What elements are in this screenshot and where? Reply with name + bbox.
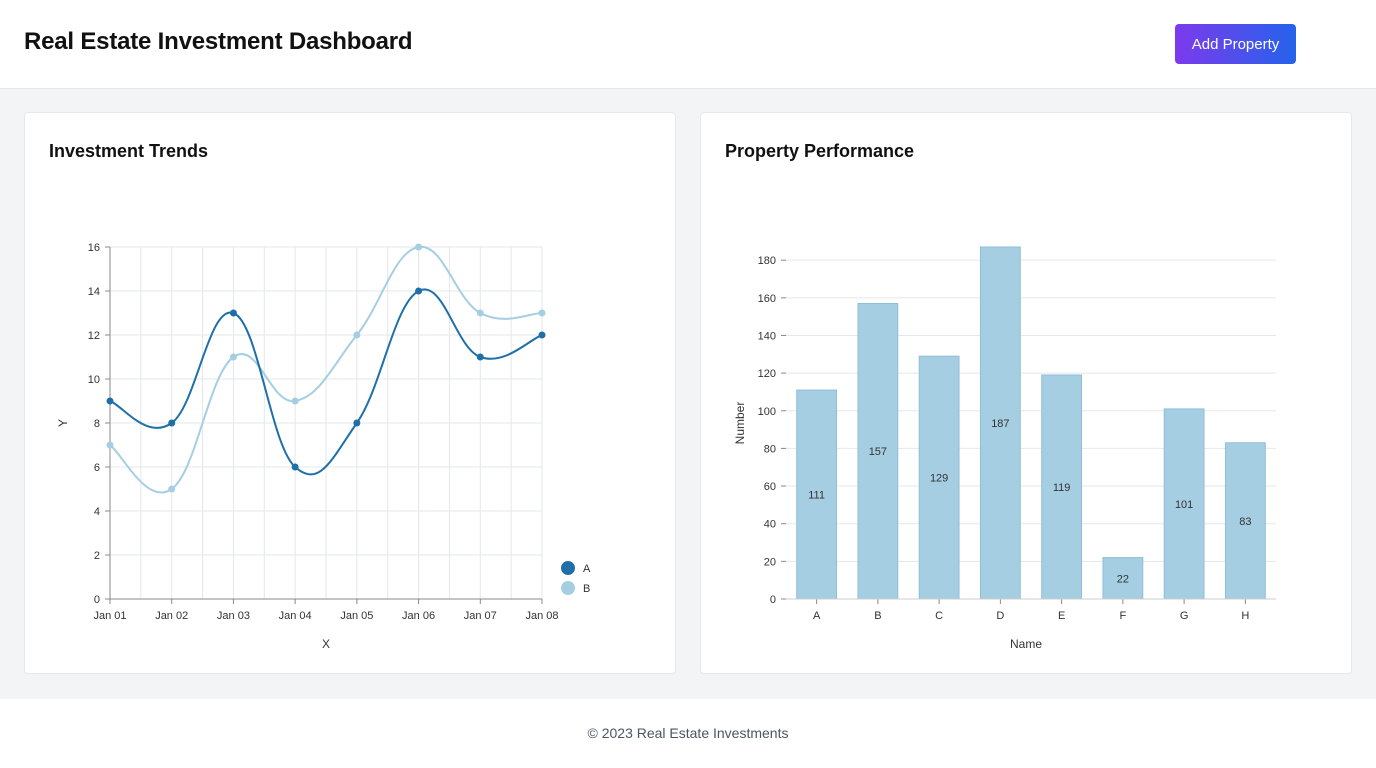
property-performance-chart: 0 20 40 60 80 100 120 140 160 180 111 A 157 B 129 C 187 D…: [733, 246, 1276, 651]
series-b-point: [538, 309, 546, 317]
series-a-point: [476, 353, 484, 361]
y-tick-label: 2: [94, 550, 100, 562]
legend-b-label: B: [583, 583, 590, 595]
x-tick-label: C: [935, 610, 943, 622]
y-tick-label: 100: [758, 406, 776, 418]
x-tick-label: Jan 07: [464, 610, 497, 622]
series-a-point: [415, 287, 423, 295]
y-tick-label: 0: [94, 594, 100, 606]
y-tick-label: 180: [758, 255, 776, 267]
x-tick-label: Jan 03: [217, 610, 250, 622]
y-tick-label: 0: [770, 594, 776, 606]
page-title: Real Estate Investment Dashboard: [24, 28, 413, 55]
legend-a-label: A: [583, 563, 591, 575]
y-tick-label: 60: [764, 481, 776, 493]
x-tick-label: Jan 05: [340, 610, 373, 622]
x-tick-label: G: [1180, 610, 1189, 622]
y-tick-label: 40: [764, 519, 776, 531]
y-tick-label: 10: [88, 374, 100, 386]
header: Real Estate Investment Dashboard Add Pro…: [0, 0, 1376, 89]
y-axis-label: Number: [733, 402, 747, 445]
series-b-point: [168, 485, 176, 493]
y-tick-label: 16: [88, 242, 100, 254]
series-b-point: [229, 353, 237, 361]
x-tick-label: Jan 08: [525, 610, 558, 622]
y-tick-label: 120: [758, 368, 776, 380]
series-a-point: [291, 463, 299, 471]
x-tick-label: Jan 04: [279, 610, 312, 622]
series-b-point: [415, 243, 423, 251]
series-a-point: [168, 419, 176, 427]
x-tick-label: H: [1241, 610, 1249, 622]
bar-value-label: 83: [1239, 516, 1251, 528]
x-axis-label: X: [322, 637, 330, 651]
bar-value-label: 111: [808, 490, 825, 502]
y-tick-label: 4: [94, 506, 100, 518]
x-tick-label: E: [1058, 610, 1065, 622]
bar-value-label: 22: [1117, 573, 1129, 585]
investment-trends-card: Investment Trends 0 2 4 6 8 10 12 14 16 Jan 01 Jan…: [24, 112, 676, 674]
bar-value-label: 119: [1053, 482, 1071, 494]
bar-value-label: 157: [869, 446, 887, 458]
x-tick-label: F: [1120, 610, 1127, 622]
legend-a-swatch: [561, 561, 575, 575]
series-a-point: [229, 309, 237, 317]
y-tick-label: 8: [94, 418, 100, 430]
y-tick-label: 80: [764, 443, 776, 455]
series-b-point: [106, 441, 114, 449]
x-tick-label: D: [996, 610, 1004, 622]
footer-copyright: © 2023 Real Estate Investments: [587, 725, 789, 741]
y-axis-label: Y: [56, 419, 70, 427]
legend-b-swatch: [561, 581, 575, 595]
x-tick-label: Jan 06: [402, 610, 435, 622]
series-a-point: [353, 419, 361, 427]
x-tick-label: Jan 01: [93, 610, 126, 622]
bar-value-label: 129: [930, 473, 948, 485]
x-tick-label: Jan 02: [155, 610, 188, 622]
series-a-point: [538, 331, 546, 339]
bar-value-label: 101: [1175, 499, 1193, 511]
y-tick-label: 12: [88, 330, 100, 342]
x-axis-label: Name: [1010, 637, 1042, 651]
bar-value-label: 187: [991, 418, 1009, 430]
series-b-point: [291, 397, 299, 405]
y-tick-label: 6: [94, 462, 100, 474]
footer: © 2023 Real Estate Investments: [0, 699, 1376, 768]
investment-trends-chart: 0 2 4 6 8 10 12 14 16 Jan 01 Jan 02 Jan 03 Jan 04 Jan…: [56, 242, 591, 651]
y-tick-label: 160: [758, 293, 776, 305]
series-a-point: [106, 397, 114, 405]
x-tick-label: A: [813, 610, 821, 622]
y-tick-label: 140: [758, 330, 776, 342]
property-performance-card: Property Performance 0 20 40 60 80 100 120 140 1…: [700, 112, 1352, 674]
series-b-point: [353, 331, 361, 339]
y-tick-label: 20: [764, 556, 776, 568]
y-tick-label: 14: [88, 286, 100, 298]
add-property-button[interactable]: Add Property: [1175, 24, 1296, 64]
x-tick-label: B: [874, 610, 881, 622]
series-b-point: [476, 309, 484, 317]
